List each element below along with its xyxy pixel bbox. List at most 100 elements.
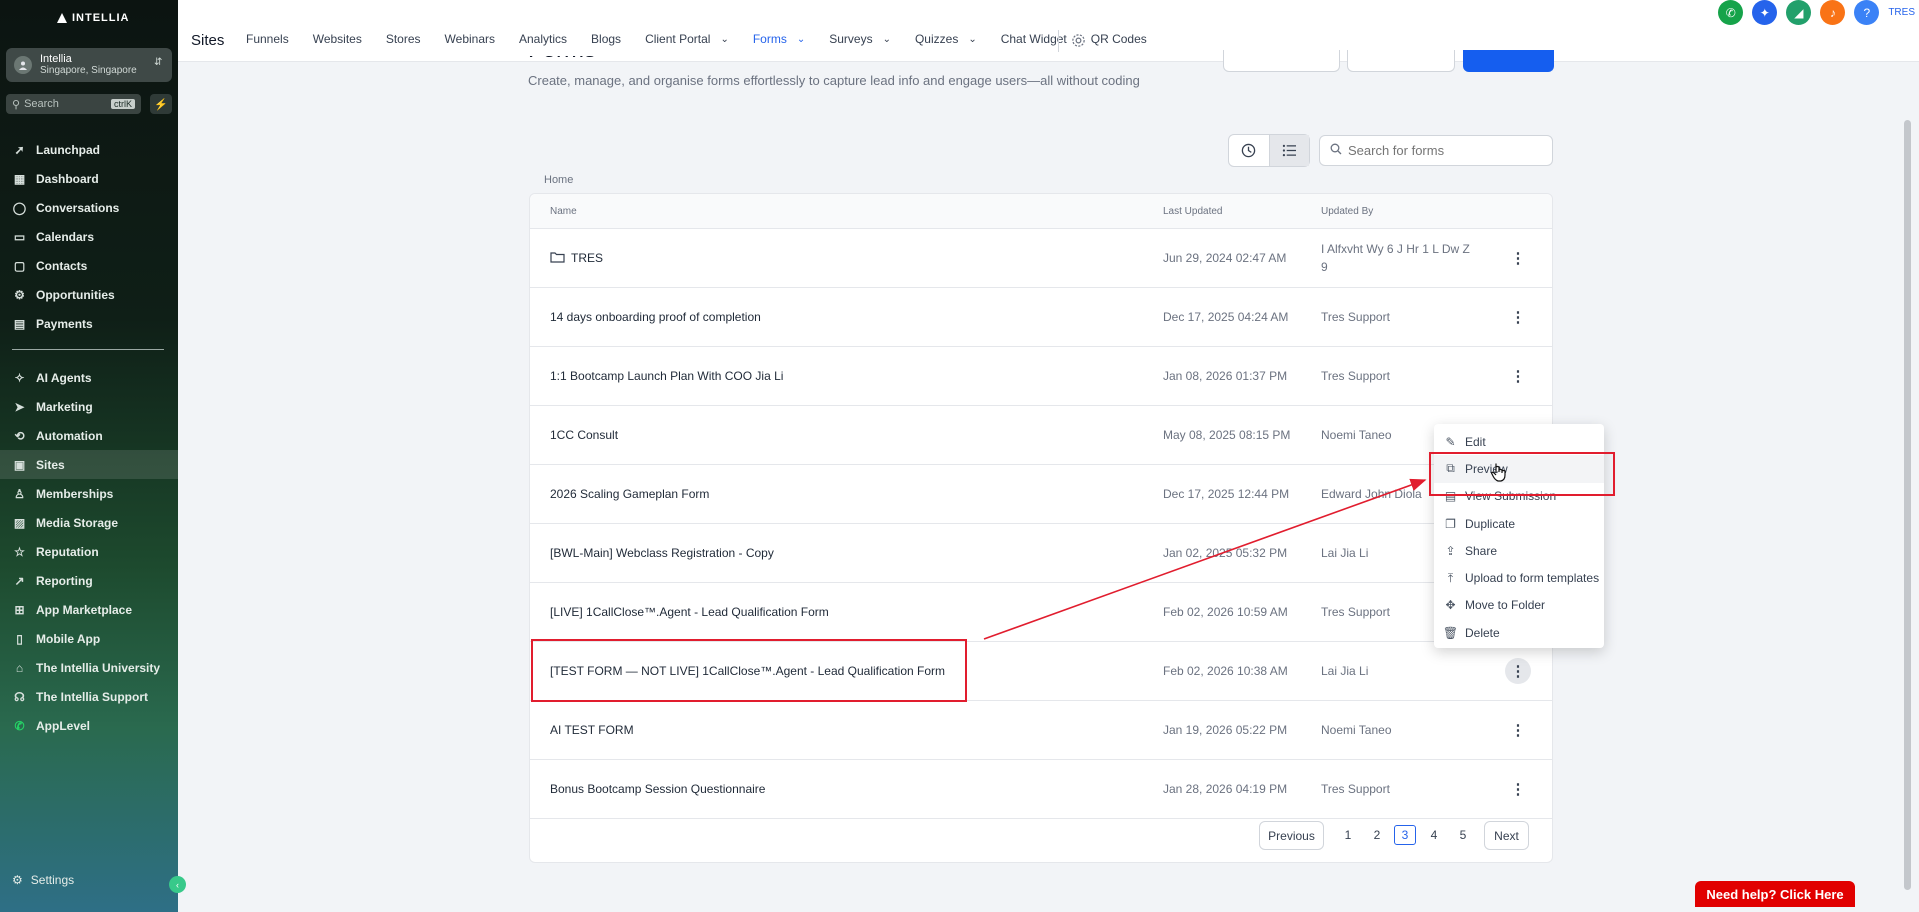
header-action-button[interactable] (1347, 50, 1455, 72)
more-options-icon[interactable]: ⋮ (1505, 304, 1531, 330)
sidebar-item-opportunities[interactable]: ⚙ Opportunities (0, 280, 178, 309)
form-name-cell[interactable]: 1CC Consult (550, 428, 618, 442)
folder-icon (550, 251, 565, 266)
brand-logo[interactable]: INTELLIA (56, 12, 130, 24)
tab-webinars[interactable]: Webinars (445, 32, 495, 46)
tab-quizzes[interactable]: Quizzes ⌄ (915, 32, 977, 46)
tab-stores[interactable]: Stores (386, 32, 421, 46)
header-action-button[interactable] (1223, 50, 1340, 72)
sidebar-item-sites[interactable]: ▣ Sites (0, 450, 178, 479)
tab-chat-widget[interactable]: Chat Widget (1001, 32, 1067, 46)
sidebar-item-settings[interactable]: ⚙ Settings (12, 873, 74, 887)
table-row[interactable]: [LIVE] 1CallClose™.Agent - Lead Qualific… (530, 583, 1552, 642)
column-header-last-updated[interactable]: Last Updated (1163, 206, 1223, 217)
header-primary-button[interactable] (1463, 50, 1554, 72)
tab-forms[interactable]: Forms ⌄ (753, 32, 805, 46)
tab-websites[interactable]: Websites (313, 32, 362, 46)
previous-page-button[interactable]: Previous (1259, 821, 1324, 850)
page-4[interactable]: 4 (1423, 825, 1445, 845)
table-row[interactable]: 1:1 Bootcamp Launch Plan With COO Jia Li… (530, 347, 1552, 406)
tab-surveys[interactable]: Surveys ⌄ (829, 32, 891, 46)
sidebar-collapse-button[interactable]: ‹ (169, 876, 186, 893)
form-name-cell[interactable]: TRES (550, 251, 603, 266)
gear-icon[interactable] (1071, 33, 1086, 53)
more-options-icon[interactable]: ⋮ (1505, 776, 1531, 802)
more-options-icon[interactable]: ⋮ (1505, 363, 1531, 389)
column-header-updated-by[interactable]: Updated By (1321, 206, 1373, 217)
page-scrollbar[interactable] (1904, 120, 1911, 890)
tab-blogs[interactable]: Blogs (591, 32, 621, 46)
sidebar-search[interactable]: ⚲ Search ctrlK (6, 94, 141, 114)
sidebar-item-marketing[interactable]: ➤ Marketing (0, 392, 178, 421)
tab-client-portal[interactable]: Client Portal ⌄ (645, 32, 729, 46)
table-row[interactable]: TRES Jun 29, 2024 02:47 AM I Alfxvht Wy 6 … (530, 229, 1552, 288)
table-row[interactable]: 2026 Scaling Gameplan Form Dec 17, 2025 1… (530, 465, 1552, 524)
account-switcher[interactable]: Intellia Singapore, Singapore ⇵ (6, 48, 172, 82)
sidebar-item-university[interactable]: ⌂ The Intellia University (0, 653, 178, 682)
table-row[interactable]: AI TEST FORM Jan 19, 2026 05:22 PM Noemi T… (530, 701, 1552, 760)
last-updated-cell: Jan 28, 2026 04:19 PM (1163, 782, 1288, 796)
menu-item-delete[interactable]: 🗑 Delete (1434, 619, 1604, 646)
more-options-icon[interactable]: ⋮ (1505, 245, 1531, 271)
megaphone-icon[interactable]: ◢ (1786, 0, 1812, 25)
more-options-icon[interactable]: ⋮ (1505, 658, 1531, 684)
forms-search[interactable] (1319, 135, 1553, 166)
sidebar-item-automation[interactable]: ⟲ Automation (0, 421, 178, 450)
clock-icon[interactable] (1229, 135, 1269, 166)
sidebar-item-media-storage[interactable]: ▨ Media Storage (0, 508, 178, 537)
column-header-name[interactable]: Name (550, 206, 577, 217)
sidebar-item-ai-agents[interactable]: ✧ AI Agents (0, 363, 178, 392)
sidebar-item-mobile-app[interactable]: ▯ Mobile App (0, 624, 178, 653)
more-options-icon[interactable]: ⋮ (1505, 717, 1531, 743)
sidebar-item-dashboard[interactable]: ▦ Dashboard (0, 164, 178, 193)
sidebar-item-app-marketplace[interactable]: ⊞ App Marketplace (0, 595, 178, 624)
sidebar-item-conversations[interactable]: ◯ Conversations (0, 193, 178, 222)
table-row[interactable]: 1CC Consult May 08, 2025 08:15 PM Noemi Ta… (530, 406, 1552, 465)
menu-item-upload-template[interactable]: ⤒ Upload to form templates (1434, 564, 1604, 591)
help-icon[interactable]: ? (1854, 0, 1880, 25)
menu-item-duplicate[interactable]: ❐ Duplicate (1434, 510, 1604, 537)
sidebar-item-contacts[interactable]: ▢ Contacts (0, 251, 178, 280)
table-row[interactable]: [BWL-Main] Webclass Registration - Copy J… (530, 524, 1552, 583)
sidebar-item-launchpad[interactable]: ➚ Launchpad (0, 135, 178, 164)
phone-icon[interactable]: ✆ (1718, 0, 1744, 25)
form-name-cell[interactable]: 1:1 Bootcamp Launch Plan With COO Jia Li (550, 369, 783, 383)
sidebar-item-memberships[interactable]: ♙ Memberships (0, 479, 178, 508)
sidebar-item-calendars[interactable]: ▭ Calendars (0, 222, 178, 251)
page-2[interactable]: 2 (1366, 825, 1388, 845)
form-name-cell[interactable]: [BWL-Main] Webclass Registration - Copy (550, 546, 774, 560)
page-5[interactable]: 5 (1452, 825, 1474, 845)
page-3-current[interactable]: 3 (1394, 825, 1416, 845)
sidebar-item-applevel[interactable]: ✆ AppLevel (0, 711, 178, 740)
magic-wand-icon[interactable]: ✦ (1752, 0, 1778, 25)
breadcrumb[interactable]: Home (544, 174, 573, 186)
tab-analytics[interactable]: Analytics (519, 32, 567, 46)
table-row[interactable]: 14 days onboarding proof of completion De… (530, 288, 1552, 347)
tab-qr-codes[interactable]: QR Codes (1091, 32, 1147, 46)
form-name-cell[interactable]: 14 days onboarding proof of completion (550, 310, 761, 324)
form-name: 2026 Scaling Gameplan Form (550, 487, 710, 501)
form-name-cell[interactable]: Bonus Bootcamp Session Questionnaire (550, 782, 765, 796)
sidebar-item-reporting[interactable]: ↗ Reporting (0, 566, 178, 595)
form-name-cell[interactable]: AI TEST FORM (550, 723, 634, 737)
sidebar-item-reputation[interactable]: ☆ Reputation (0, 537, 178, 566)
sidebar-item-support[interactable]: ☊ The Intellia Support (0, 682, 178, 711)
sidebar-divider (12, 349, 164, 350)
page-1[interactable]: 1 (1337, 825, 1359, 845)
table-row[interactable]: Bonus Bootcamp Session Questionnaire Jan … (530, 760, 1552, 819)
tab-funnels[interactable]: Funnels (246, 32, 289, 46)
bell-icon[interactable]: ♪ (1820, 0, 1846, 25)
forms-search-input[interactable] (1348, 143, 1538, 158)
form-name-cell[interactable]: 2026 Scaling Gameplan Form (550, 487, 709, 501)
menu-item-share[interactable]: ⇪ Share (1434, 537, 1604, 564)
list-view-icon[interactable] (1268, 135, 1309, 166)
user-avatar[interactable]: TRES (1888, 7, 1915, 18)
next-page-button[interactable]: Next (1484, 821, 1529, 850)
help-button[interactable]: Need help? Click Here (1695, 881, 1855, 907)
sidebar-item-payments[interactable]: ▤ Payments (0, 309, 178, 338)
form-name: 1:1 Bootcamp Launch Plan With COO Jia Li (550, 369, 784, 383)
quick-action-bolt-icon[interactable]: ⚡ (150, 94, 172, 114)
menu-item-move-folder[interactable]: ✥ Move to Folder (1434, 592, 1604, 619)
form-name-cell[interactable]: [LIVE] 1CallClose™.Agent - Lead Qualific… (550, 605, 829, 619)
annotation-box-preview (1429, 452, 1615, 496)
